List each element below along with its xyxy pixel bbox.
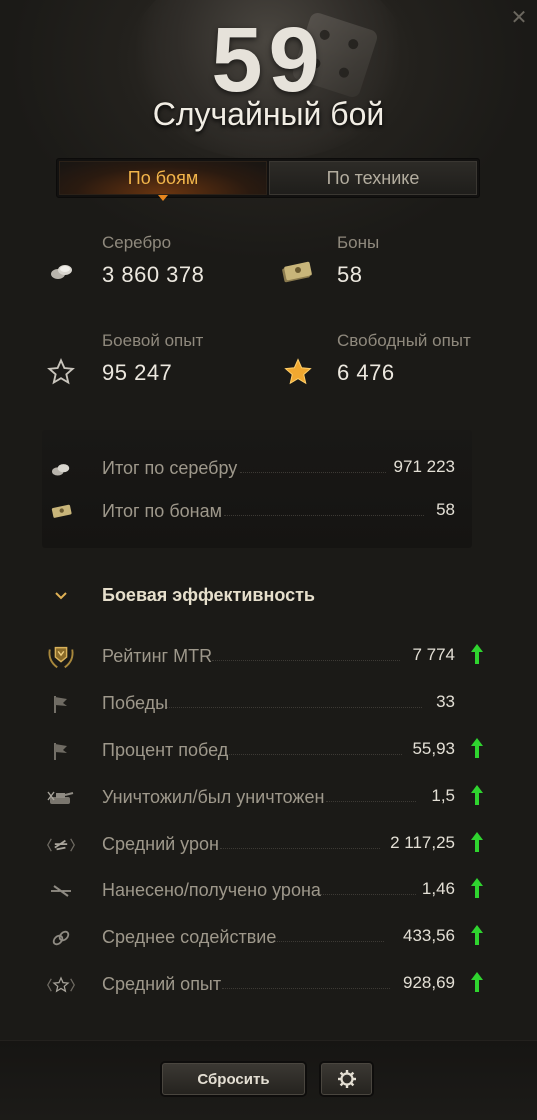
row-value: 33 (436, 692, 455, 711)
silver-icon (46, 454, 76, 484)
summary-box (42, 430, 472, 548)
efficiency-row: Уничтожил/был уничтожен 1,5 (0, 783, 537, 813)
star-gold-icon (284, 358, 312, 385)
row-value: 7 774 (412, 645, 455, 664)
chevron-down-icon[interactable] (54, 590, 68, 602)
trend-up-icon (471, 832, 483, 852)
page-title: Случайный бой (152, 96, 385, 132)
efficiency-row: Рейтинг MTR 7 774 (0, 642, 537, 672)
row-label: Рейтинг MTR (102, 646, 213, 666)
trend-up-icon (471, 738, 483, 758)
damage-ratio-icon (46, 876, 76, 906)
summary-bonds-label: Итог по бонам (102, 501, 222, 521)
mtr-rating-icon (46, 642, 76, 672)
row-value: 1,5 (431, 786, 455, 805)
tab-by-battles[interactable]: По боям (59, 161, 267, 201)
session-stats-panel: ✕ 59 Случайный бой По боям По технике Се… (0, 0, 537, 1120)
silver-icon (51, 265, 72, 279)
row-label: Среднее содействие (102, 927, 277, 947)
free-xp-label: Свободный опыт (337, 331, 471, 350)
efficiency-row: Процент побед 55,93 (0, 736, 537, 766)
bonds-icon (282, 261, 312, 283)
summary-bonds-value: 58 (436, 500, 455, 519)
flag-icon (46, 736, 76, 766)
row-value: 433,56 (403, 926, 455, 945)
silver-value: 3 860 378 (102, 262, 205, 287)
row-label: Уничтожил/был уничтожен (102, 787, 325, 807)
gear-icon (337, 1070, 356, 1088)
silver-label: Серебро (102, 233, 172, 252)
trend-up-icon (471, 925, 483, 945)
row-value: 1,46 (421, 879, 455, 898)
combat-xp-value: 95 247 (102, 360, 173, 385)
row-label: Нанесено/получено урона (102, 880, 321, 900)
row-value: 2 117,25 (390, 833, 455, 852)
summary-silver-label: Итог по серебру (102, 458, 238, 478)
bonds-icon (46, 497, 76, 527)
summary-silver-value: 971 223 (393, 457, 455, 476)
star-outline-icon (47, 358, 75, 385)
efficiency-row: Средний опыт 928,69 (0, 970, 537, 1000)
row-value: 55,93 (412, 739, 455, 758)
trend-up-icon (471, 878, 483, 898)
bonds-stat: Боны 58 (337, 233, 379, 289)
section-title-efficiency[interactable]: Боевая эффективность (102, 585, 315, 606)
free-xp-value: 6 476 (337, 360, 395, 385)
battle-count: 59 (211, 9, 326, 111)
settings-button[interactable] (321, 1063, 372, 1095)
free-xp-stat: Свободный опыт 6 476 (337, 331, 471, 387)
tab-by-vehicles[interactable]: По технике (269, 161, 477, 195)
silver-stat: Серебро 3 860 378 (102, 233, 204, 289)
trend-up-icon (471, 785, 483, 805)
summary-row-bonds: Итог по бонам 58 (0, 497, 537, 527)
flag-icon (46, 689, 76, 719)
damage-icon (46, 830, 76, 860)
row-label: Процент побед (102, 740, 229, 760)
summary-row-silver: Итог по серебру 971 223 (0, 454, 537, 484)
row-label: Победы (102, 693, 169, 713)
row-label: Средний опыт (102, 974, 222, 994)
combat-xp-stat: Боевой опыт 95 247 (102, 331, 203, 387)
efficiency-row: Среднее содействие 433,56 (0, 923, 537, 953)
efficiency-row: Нанесено/получено урона 1,46 (0, 876, 537, 906)
destroyed-tank-icon (46, 783, 76, 813)
bonds-label: Боны (337, 233, 380, 252)
combat-xp-label: Боевой опыт (102, 331, 204, 350)
trend-up-icon (471, 972, 483, 992)
assist-icon (46, 923, 76, 953)
efficiency-row: Средний урон 2 117,25 (0, 830, 537, 860)
tab-bar: По боям По технике (56, 158, 480, 201)
row-value: 928,69 (403, 973, 455, 992)
bonds-value: 58 (337, 262, 363, 287)
row-label: Средний урон (102, 834, 219, 854)
trend-up-icon (471, 644, 483, 664)
reset-button[interactable]: Сбросить (162, 1063, 305, 1095)
xp-icon (46, 970, 76, 1000)
efficiency-row: Победы 33 (0, 689, 537, 719)
